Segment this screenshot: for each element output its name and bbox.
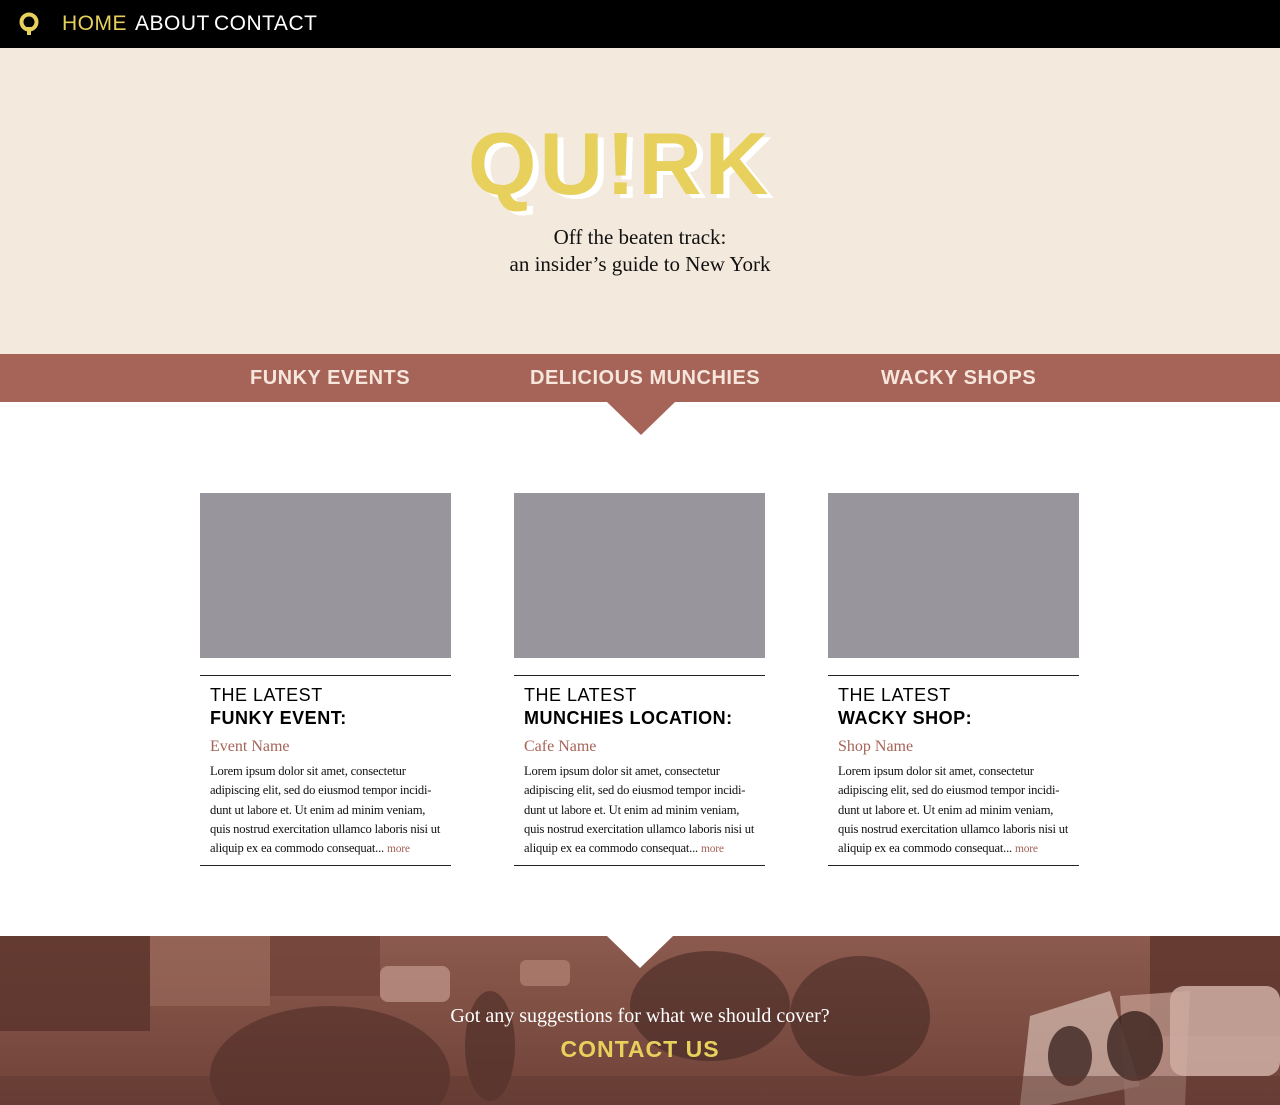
nav-home-link[interactable]: HOME	[62, 11, 127, 37]
card-kicker: THE LATEST	[524, 685, 637, 705]
category-tab-bar: FUNKY EVENTS DELICIOUS MUNCHIES WACKY SH…	[0, 354, 1280, 402]
card-wacky-shop: THE LATEST WACKY SHOP: Shop Name Lorem i…	[828, 493, 1079, 866]
tab-wacky-shops[interactable]: WACKY SHOPS	[881, 365, 1036, 391]
card-image-placeholder[interactable]	[200, 493, 451, 658]
card-item-name-link[interactable]: Event Name	[210, 736, 441, 758]
card-title: WACKY SHOP:	[838, 708, 973, 728]
nav-contact-link[interactable]: CONTACT	[214, 11, 317, 37]
quirk-q-logo-icon[interactable]	[18, 12, 40, 36]
card-item-name-link[interactable]: Shop Name	[838, 736, 1069, 758]
triangle-down-icon	[607, 402, 675, 435]
card-body: THE LATEST MUNCHIES LOCATION: Cafe Name …	[514, 675, 765, 866]
hero-tagline-line-1: Off the beaten track:	[553, 225, 727, 249]
card-description-text: Lorem ipsum dolor sit amet, consectetur …	[210, 764, 441, 856]
card-kicker: THE LATEST	[210, 685, 323, 705]
card-image-placeholder[interactable]	[514, 493, 765, 658]
footer-question: Got any suggestions for what we should c…	[450, 1005, 830, 1027]
card-item-name-link[interactable]: Cafe Name	[524, 736, 755, 758]
card-description-text: Lorem ipsum dolor sit amet, consectetur …	[524, 764, 755, 856]
card-title: FUNKY EVENT:	[210, 708, 347, 728]
tab-delicious-munchies[interactable]: DELICIOUS MUNCHIES	[530, 365, 760, 391]
hero-banner: QU!RK QU!RK Off the beaten track: an ins…	[0, 48, 1280, 354]
card-munchies-location: THE LATEST MUNCHIES LOCATION: Cafe Name …	[514, 493, 765, 866]
card-description: Lorem ipsum dolor sit amet, consectetur …	[524, 762, 755, 859]
card-more-link[interactable]: more	[387, 843, 410, 855]
triangle-down-icon	[607, 936, 673, 968]
card-title: MUNCHIES LOCATION:	[524, 708, 733, 728]
contact-us-button[interactable]: CONTACT US	[0, 1036, 1280, 1063]
card-more-link[interactable]: more	[1015, 843, 1038, 855]
card-description: Lorem ipsum dolor sit amet, consectetur …	[838, 762, 1069, 859]
card-more-link[interactable]: more	[701, 843, 724, 855]
card-body: THE LATEST WACKY SHOP: Shop Name Lorem i…	[828, 675, 1079, 866]
quirk-wordmark-text: QU!RK	[468, 114, 771, 213]
hero-tagline-line-2: an insider’s guide to New York	[509, 252, 771, 276]
card-funky-event: THE LATEST FUNKY EVENT: Event Name Lorem…	[200, 493, 451, 866]
card-description-text: Lorem ipsum dolor sit amet, consectetur …	[838, 764, 1069, 856]
tab-funky-events[interactable]: FUNKY EVENTS	[250, 365, 410, 391]
card-image-placeholder[interactable]	[828, 493, 1079, 658]
card-body: THE LATEST FUNKY EVENT: Event Name Lorem…	[200, 675, 451, 866]
quirk-wordmark-logo: QU!RK QU!RK	[468, 114, 774, 217]
card-description: Lorem ipsum dolor sit amet, consectetur …	[210, 762, 441, 859]
card-kicker: THE LATEST	[838, 685, 951, 705]
top-nav-bar: HOME ABOUT CONTACT	[0, 0, 1280, 48]
nav-about-link[interactable]: ABOUT	[135, 11, 210, 37]
